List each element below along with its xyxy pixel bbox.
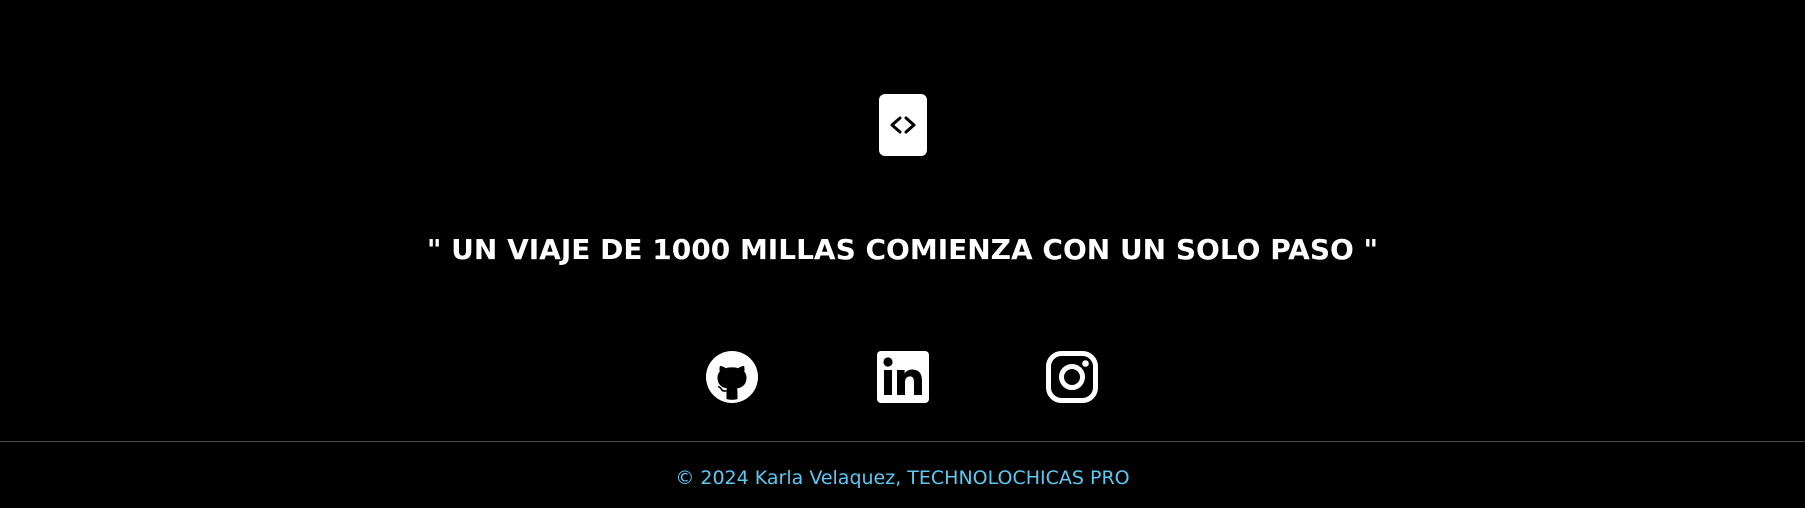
- footer-divider: [0, 441, 1805, 442]
- linkedin-icon: [877, 351, 929, 403]
- github-link[interactable]: [706, 351, 758, 403]
- instagram-link[interactable]: [1046, 351, 1098, 403]
- github-icon: [706, 351, 758, 403]
- instagram-icon: [1046, 351, 1098, 403]
- linkedin-link[interactable]: [877, 351, 929, 403]
- footer-quote: " UN VIAJE DE 1000 MILLAS COMIENZA CON U…: [426, 233, 1379, 266]
- copyright-text: © 2024 Karla Velaquez, TECHNOLOCHICAS PR…: [675, 467, 1130, 489]
- code-logo: [879, 94, 927, 156]
- code-brackets-icon: [889, 114, 917, 136]
